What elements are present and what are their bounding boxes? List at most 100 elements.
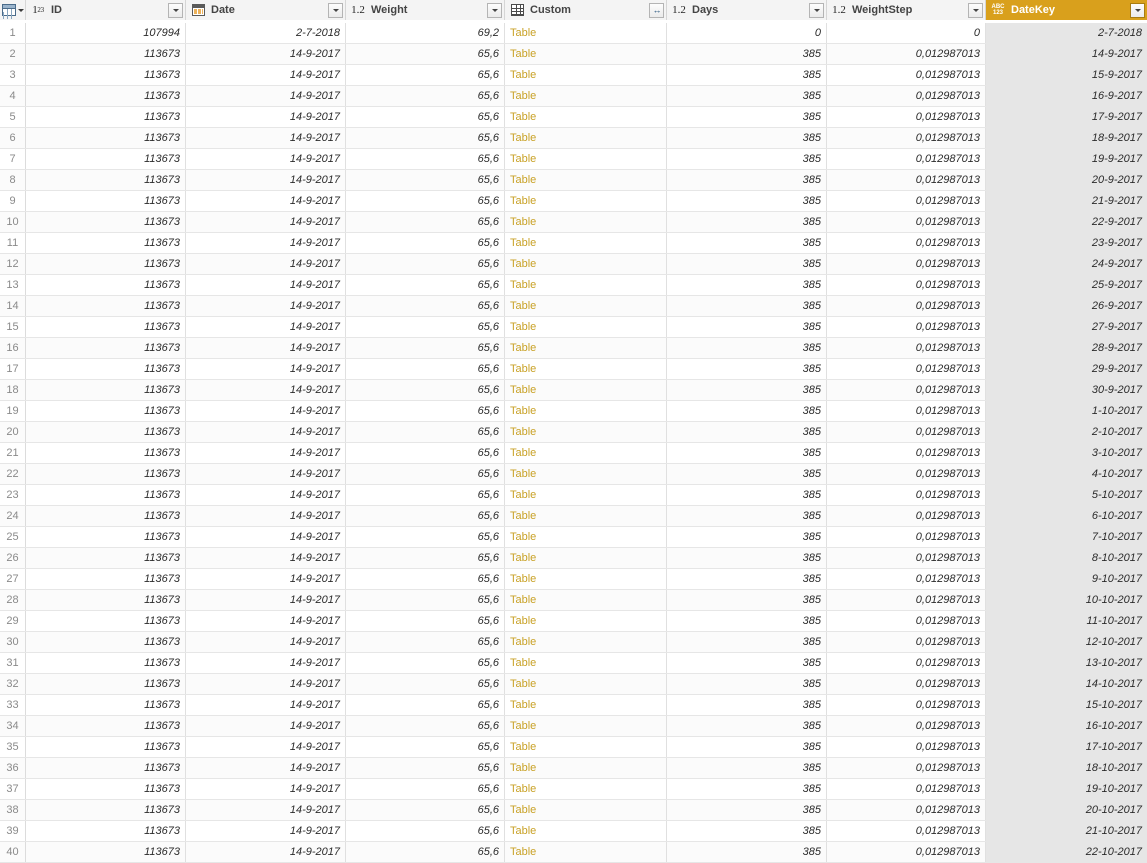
cell-date[interactable]: 14-9-2017 (186, 590, 346, 610)
row-number[interactable]: 4 (0, 86, 26, 106)
cell-date[interactable]: 14-9-2017 (186, 65, 346, 85)
cell-date[interactable]: 14-9-2017 (186, 212, 346, 232)
cell-datekey[interactable]: 20-9-2017 (986, 170, 1147, 190)
cell-datekey[interactable]: 8-10-2017 (986, 548, 1147, 568)
cell-datekey[interactable]: 15-10-2017 (986, 695, 1147, 715)
cell-date[interactable]: 14-9-2017 (186, 317, 346, 337)
row-number[interactable]: 33 (0, 695, 26, 715)
cell-datekey[interactable]: 30-9-2017 (986, 380, 1147, 400)
cell-custom[interactable]: Table (505, 611, 667, 631)
table-row[interactable]: 23 113673 14-9-2017 65,6 Table 385 0,012987013… (0, 485, 1147, 506)
cell-days[interactable]: 385 (667, 443, 827, 463)
cell-id[interactable]: 113673 (26, 779, 186, 799)
row-number[interactable]: 38 (0, 800, 26, 820)
cell-datekey[interactable]: 17-9-2017 (986, 107, 1147, 127)
row-number[interactable]: 9 (0, 191, 26, 211)
cell-weightstep[interactable]: 0,012987013 (827, 485, 986, 505)
cell-id[interactable]: 113673 (26, 149, 186, 169)
table-row[interactable]: 24 113673 14-9-2017 65,6 Table 385 0,012987013… (0, 506, 1147, 527)
table-row[interactable]: 4 113673 14-9-2017 65,6 Table 385 0,012987013 1… (0, 86, 1147, 107)
select-all-columns-button[interactable] (0, 0, 26, 20)
column-header-weightstep[interactable]: 1.2 WeightStep (827, 0, 986, 20)
cell-date[interactable]: 14-9-2017 (186, 716, 346, 736)
row-number[interactable]: 17 (0, 359, 26, 379)
cell-datekey[interactable]: 11-10-2017 (986, 611, 1147, 631)
cell-date[interactable]: 14-9-2017 (186, 86, 346, 106)
cell-datekey[interactable]: 23-9-2017 (986, 233, 1147, 253)
cell-datekey[interactable]: 28-9-2017 (986, 338, 1147, 358)
table-row[interactable]: 28 113673 14-9-2017 65,6 Table 385 0,012987013… (0, 590, 1147, 611)
row-number[interactable]: 15 (0, 317, 26, 337)
cell-weightstep[interactable]: 0,012987013 (827, 548, 986, 568)
column-header-weight[interactable]: 1.2 Weight (346, 0, 505, 20)
cell-custom[interactable]: Table (505, 107, 667, 127)
cell-datekey[interactable]: 2-7-2018 (986, 23, 1147, 43)
cell-weight[interactable]: 65,6 (346, 674, 505, 694)
cell-date[interactable]: 14-9-2017 (186, 611, 346, 631)
cell-days[interactable]: 385 (667, 338, 827, 358)
row-number[interactable]: 12 (0, 254, 26, 274)
cell-datekey[interactable]: 19-10-2017 (986, 779, 1147, 799)
row-number[interactable]: 28 (0, 590, 26, 610)
column-header-id[interactable]: 123 ID (26, 0, 186, 20)
cell-id[interactable]: 113673 (26, 422, 186, 442)
cell-datekey[interactable]: 9-10-2017 (986, 569, 1147, 589)
cell-datekey[interactable]: 10-10-2017 (986, 590, 1147, 610)
grid-body[interactable]: 1 107994 2-7-2018 69,2 Table 0 0 2-7-2018 2 11367… (0, 23, 1147, 863)
cell-days[interactable]: 0 (667, 23, 827, 43)
cell-days[interactable]: 385 (667, 548, 827, 568)
cell-date[interactable]: 14-9-2017 (186, 695, 346, 715)
cell-days[interactable]: 385 (667, 821, 827, 841)
table-row[interactable]: 27 113673 14-9-2017 65,6 Table 385 0,012987013… (0, 569, 1147, 590)
cell-days[interactable]: 385 (667, 170, 827, 190)
cell-id[interactable]: 113673 (26, 380, 186, 400)
cell-custom[interactable]: Table (505, 443, 667, 463)
row-number[interactable]: 16 (0, 338, 26, 358)
cell-date[interactable]: 14-9-2017 (186, 296, 346, 316)
cell-custom[interactable]: Table (505, 653, 667, 673)
table-row[interactable]: 40 113673 14-9-2017 65,6 Table 385 0,012987013… (0, 842, 1147, 863)
cell-days[interactable]: 385 (667, 317, 827, 337)
cell-datekey[interactable]: 21-9-2017 (986, 191, 1147, 211)
cell-days[interactable]: 385 (667, 527, 827, 547)
cell-weightstep[interactable]: 0,012987013 (827, 317, 986, 337)
cell-weightstep[interactable]: 0,012987013 (827, 779, 986, 799)
cell-id[interactable]: 113673 (26, 506, 186, 526)
cell-weightstep[interactable]: 0,012987013 (827, 401, 986, 421)
table-row[interactable]: 29 113673 14-9-2017 65,6 Table 385 0,012987013… (0, 611, 1147, 632)
cell-custom[interactable]: Table (505, 506, 667, 526)
cell-weight[interactable]: 65,6 (346, 191, 505, 211)
cell-weight[interactable]: 65,6 (346, 737, 505, 757)
cell-id[interactable]: 113673 (26, 737, 186, 757)
cell-weightstep[interactable]: 0,012987013 (827, 737, 986, 757)
row-number[interactable]: 25 (0, 527, 26, 547)
cell-date[interactable]: 14-9-2017 (186, 632, 346, 652)
cell-weight[interactable]: 65,6 (346, 800, 505, 820)
cell-weight[interactable]: 65,6 (346, 464, 505, 484)
cell-weightstep[interactable]: 0 (827, 23, 986, 43)
cell-weight[interactable]: 69,2 (346, 23, 505, 43)
cell-date[interactable]: 14-9-2017 (186, 674, 346, 694)
cell-id[interactable]: 113673 (26, 758, 186, 778)
cell-date[interactable]: 14-9-2017 (186, 401, 346, 421)
table-row[interactable]: 26 113673 14-9-2017 65,6 Table 385 0,012987013… (0, 548, 1147, 569)
cell-weightstep[interactable]: 0,012987013 (827, 338, 986, 358)
table-row[interactable]: 12 113673 14-9-2017 65,6 Table 385 0,012987013… (0, 254, 1147, 275)
table-row[interactable]: 9 113673 14-9-2017 65,6 Table 385 0,012987013 2… (0, 191, 1147, 212)
cell-weight[interactable]: 65,6 (346, 485, 505, 505)
cell-weightstep[interactable]: 0,012987013 (827, 506, 986, 526)
cell-id[interactable]: 113673 (26, 674, 186, 694)
cell-weightstep[interactable]: 0,012987013 (827, 695, 986, 715)
cell-custom[interactable]: Table (505, 65, 667, 85)
cell-date[interactable]: 2-7-2018 (186, 23, 346, 43)
cell-weightstep[interactable]: 0,012987013 (827, 296, 986, 316)
cell-date[interactable]: 14-9-2017 (186, 359, 346, 379)
cell-weightstep[interactable]: 0,012987013 (827, 464, 986, 484)
cell-datekey[interactable]: 3-10-2017 (986, 443, 1147, 463)
row-number[interactable]: 18 (0, 380, 26, 400)
cell-weightstep[interactable]: 0,012987013 (827, 380, 986, 400)
cell-custom[interactable]: Table (505, 674, 667, 694)
cell-id[interactable]: 113673 (26, 716, 186, 736)
cell-datekey[interactable]: 2-10-2017 (986, 422, 1147, 442)
cell-weight[interactable]: 65,6 (346, 296, 505, 316)
